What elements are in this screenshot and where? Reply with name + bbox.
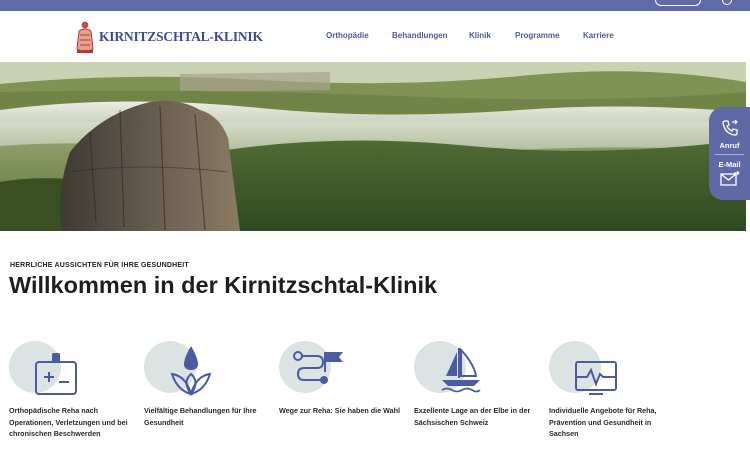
feature-text: Orthopädische Reha nach Operationen, Ver… [9,406,128,438]
sailboat-icon [414,341,481,393]
site-logo[interactable]: KIRNITZSCHTAL-KLINIK [74,19,263,55]
utility-pill-button[interactable] [655,0,701,6]
feature-text: Exzellente Lage an der Elbe in der Sächs… [414,406,531,427]
logo-emblem-icon [76,21,94,53]
side-divider [715,154,744,155]
side-contact-panel: Anruf E-Mail [709,107,750,200]
hero-image [0,62,746,231]
nav-item-behandlungen[interactable]: Behandlungen [392,31,448,40]
nav-item-orthopaedie[interactable]: Orthopädie [326,31,369,40]
site-header: KIRNITZSCHTAL-KLINIK Orthopädie Behandlu… [0,11,750,62]
search-icon[interactable] [722,0,732,5]
nav-item-klinik[interactable]: Klinik [469,31,491,40]
clipboard-plus-icon [9,341,77,395]
intro-eyebrow: HERRLICHE AUSSICHTEN FÜR IHRE GESUNDHEIT [10,262,189,269]
email-label[interactable]: E-Mail [709,160,750,169]
route-flag-icon [279,341,343,393]
logo-text: KIRNITZSCHTAL-KLINIK [99,29,263,44]
page-title: Willkommen in der Kirnitzschtal-Klinik [9,272,438,298]
monitor-pulse-icon [549,341,617,395]
nav-item-programme[interactable]: Programme [515,31,559,40]
feature-text: Individuelle Angebote für Reha, Präventi… [549,406,657,438]
mail-icon[interactable] [720,171,740,187]
top-utility-bar [0,0,750,11]
call-label[interactable]: Anruf [709,141,750,150]
phone-icon[interactable] [721,119,739,137]
feature-text: Vielfältige Behandlungen für Ihre Gesund… [144,406,257,427]
feature-text: Wege zur Reha: Sie haben die Wahl [279,406,401,415]
nav-item-karriere[interactable]: Karriere [583,31,614,40]
lotus-drop-icon [144,341,212,396]
